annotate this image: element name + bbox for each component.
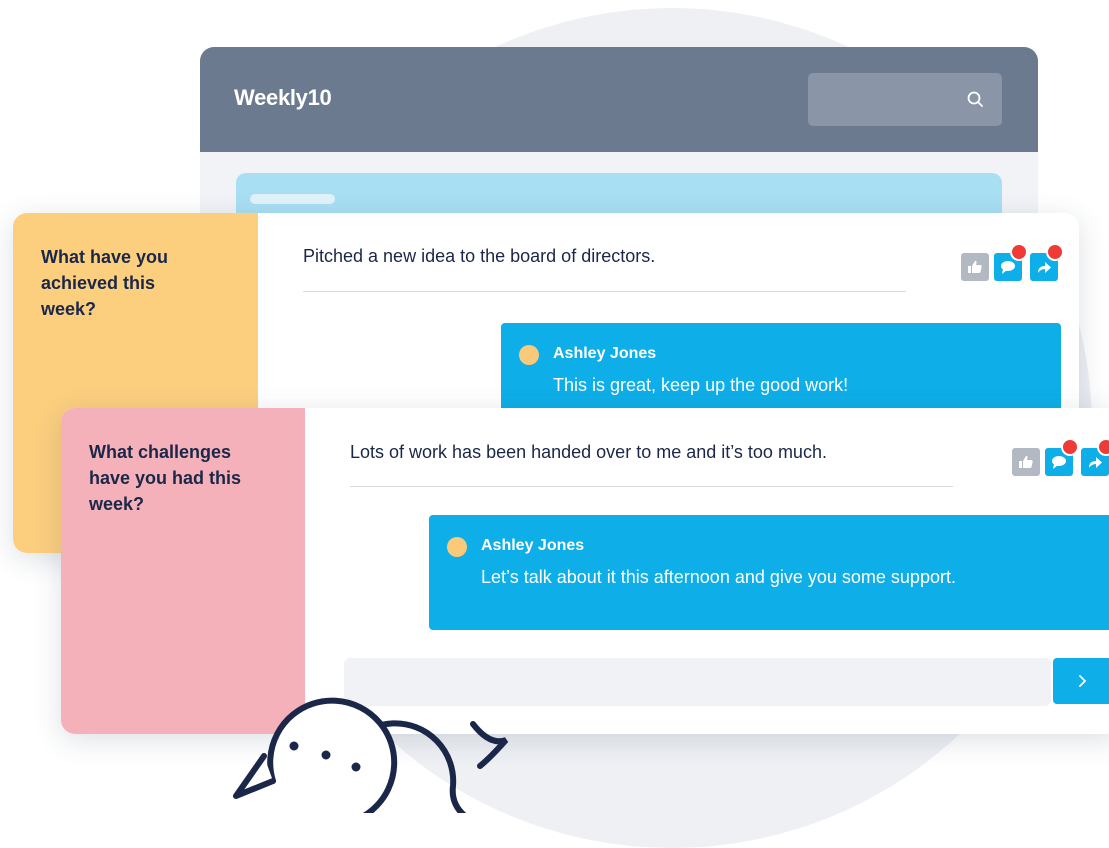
question-card-challenges: What challenges have you had this week? … — [61, 408, 1109, 734]
avatar — [447, 537, 467, 557]
chat-bubbles-icon — [233, 697, 509, 813]
comment-button[interactable] — [994, 243, 1028, 281]
share-button[interactable] — [1081, 438, 1109, 476]
comment-button[interactable] — [1045, 438, 1079, 476]
thumbs-up-icon — [968, 260, 982, 273]
thumbs-up-icon — [1019, 455, 1033, 468]
share-icon — [1089, 457, 1102, 468]
like-button[interactable] — [961, 253, 989, 281]
avatar — [519, 345, 539, 365]
app-header: Weekly10 — [200, 47, 1038, 152]
chevron-right-icon — [1079, 675, 1087, 687]
share-icon — [1038, 262, 1051, 273]
placeholder-pill — [250, 194, 335, 204]
like-button[interactable] — [1012, 448, 1040, 476]
notification-dot — [1097, 438, 1109, 456]
question-text: What have you achieved this week? — [41, 247, 169, 319]
answer-text: Lots of work has been handed over to me … — [350, 442, 827, 462]
reply-bubble: Ashley Jones Let’s talk about it this af… — [429, 515, 1109, 630]
app-logo[interactable]: Weekly10 — [234, 85, 332, 111]
search-input[interactable] — [808, 73, 1002, 126]
notification-dot — [1010, 243, 1028, 261]
send-button[interactable] — [1053, 658, 1109, 704]
answer-text: Pitched a new idea to the board of direc… — [303, 246, 656, 266]
notification-dot — [1061, 438, 1079, 456]
reply-text: This is great, keep up the good work! — [553, 375, 849, 395]
divider — [303, 291, 906, 292]
reply-author: Ashley Jones — [481, 537, 585, 554]
comment-icon — [1052, 456, 1066, 469]
comment-icon — [1001, 261, 1015, 274]
divider — [350, 486, 953, 487]
question-text: What challenges have you had this week? — [89, 442, 242, 514]
notification-dot — [1046, 243, 1064, 261]
reply-text: Let’s talk about it this afternoon and g… — [481, 567, 956, 587]
reply-author: Ashley Jones — [553, 345, 657, 362]
share-button[interactable] — [1030, 243, 1064, 281]
search-icon[interactable] — [966, 90, 986, 110]
